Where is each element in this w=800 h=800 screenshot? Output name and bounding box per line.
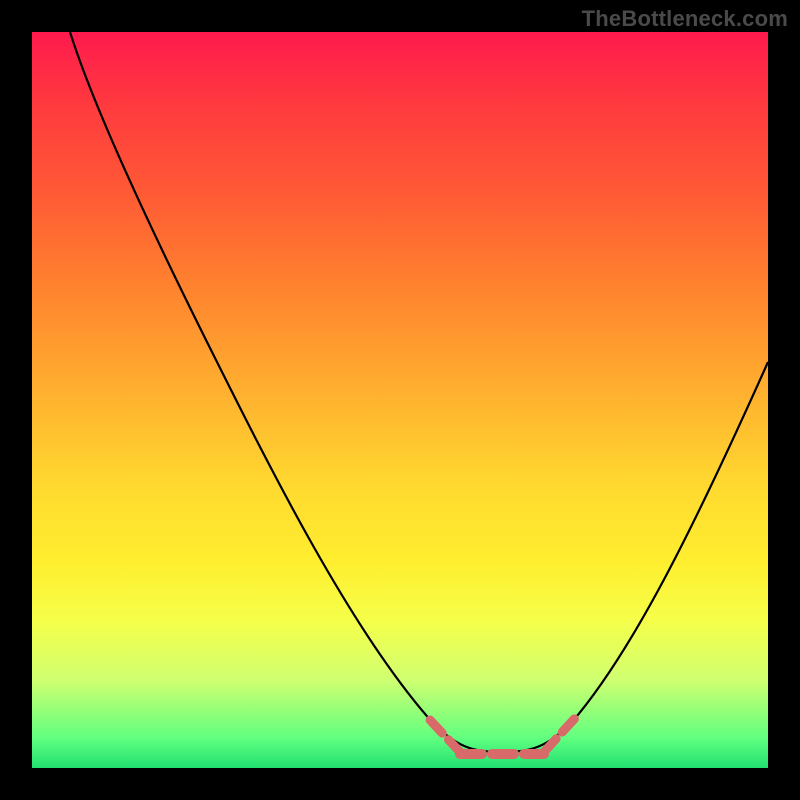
optimal-right-edge — [544, 716, 577, 752]
plot-area — [32, 32, 768, 768]
chart-frame: TheBottleneck.com — [0, 0, 800, 800]
curve-svg — [32, 32, 768, 768]
optimal-left-edge — [430, 720, 460, 752]
bottleneck-curve — [70, 32, 768, 752]
watermark-text: TheBottleneck.com — [582, 6, 788, 32]
